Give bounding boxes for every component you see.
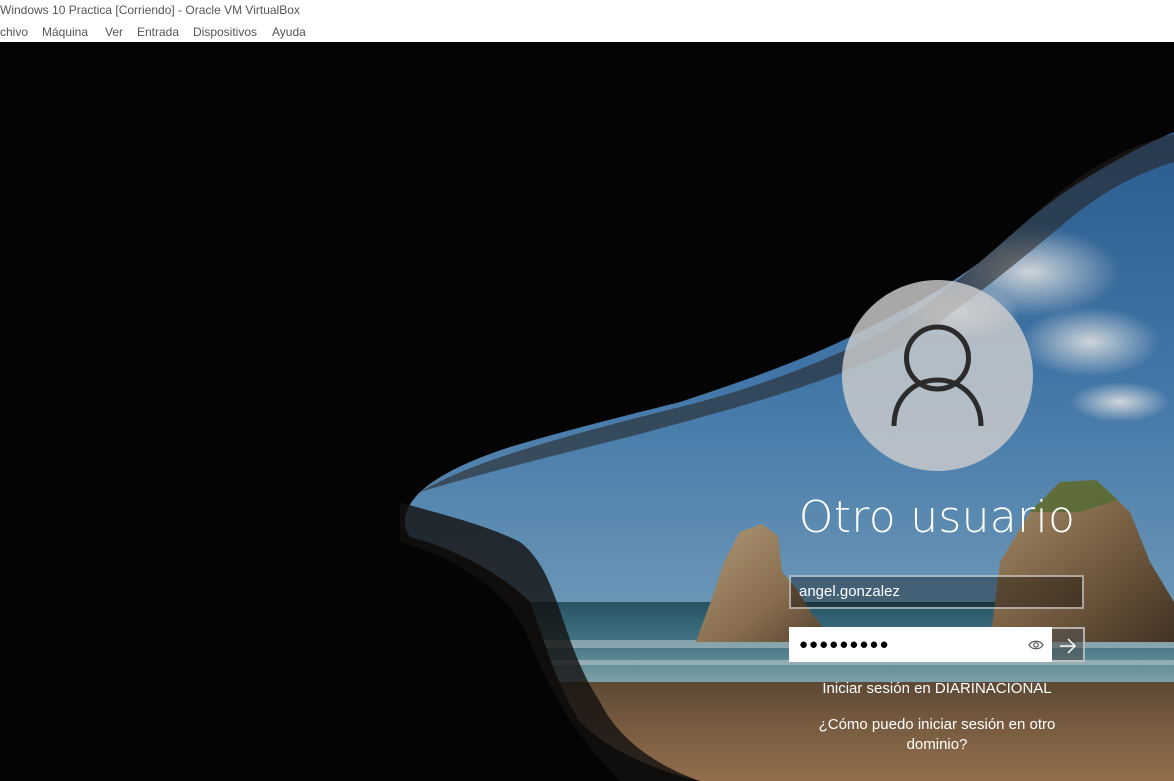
user-avatar [842, 280, 1033, 471]
window-titlebar: Windows 10 Practica [Corriendo] - Oracle… [0, 0, 1174, 21]
menu-dispositivos[interactable]: Dispositivos [193, 24, 257, 40]
other-domain-link[interactable]: ¿Cómo puedo iniciar sesión en otro domin… [787, 715, 1087, 755]
submit-button[interactable] [1052, 627, 1085, 662]
menu-entrada[interactable]: Entrada [137, 24, 179, 40]
arrow-right-icon [1060, 638, 1077, 654]
password-row: ●●●●●●●●● [789, 627, 1085, 662]
menu-maquina[interactable]: Máquina [42, 24, 88, 40]
username-field[interactable]: angel.gonzalez [789, 575, 1084, 609]
eye-icon[interactable] [1028, 638, 1044, 652]
sign-in-domain-text: Iniciar sesión en DIARINACIONAL [822, 680, 1052, 697]
menu-archivo[interactable]: chivo [0, 24, 28, 40]
user-name-heading: Otro usuario [798, 492, 1076, 543]
vm-screen[interactable]: Otro usuario angel.gonzalez ●●●●●●●●● In… [0, 42, 1174, 781]
menu-ayuda[interactable]: Ayuda [272, 24, 306, 40]
password-mask: ●●●●●●●●● [799, 636, 890, 653]
menu-ver[interactable]: Ver [105, 24, 123, 40]
password-field[interactable]: ●●●●●●●●● [789, 627, 1052, 662]
window-title: Windows 10 Practica [Corriendo] - Oracle… [0, 3, 300, 17]
menubar: chivo Máquina Ver Entrada Dispositivos A… [0, 21, 1174, 42]
user-silhouette-icon [891, 324, 984, 427]
